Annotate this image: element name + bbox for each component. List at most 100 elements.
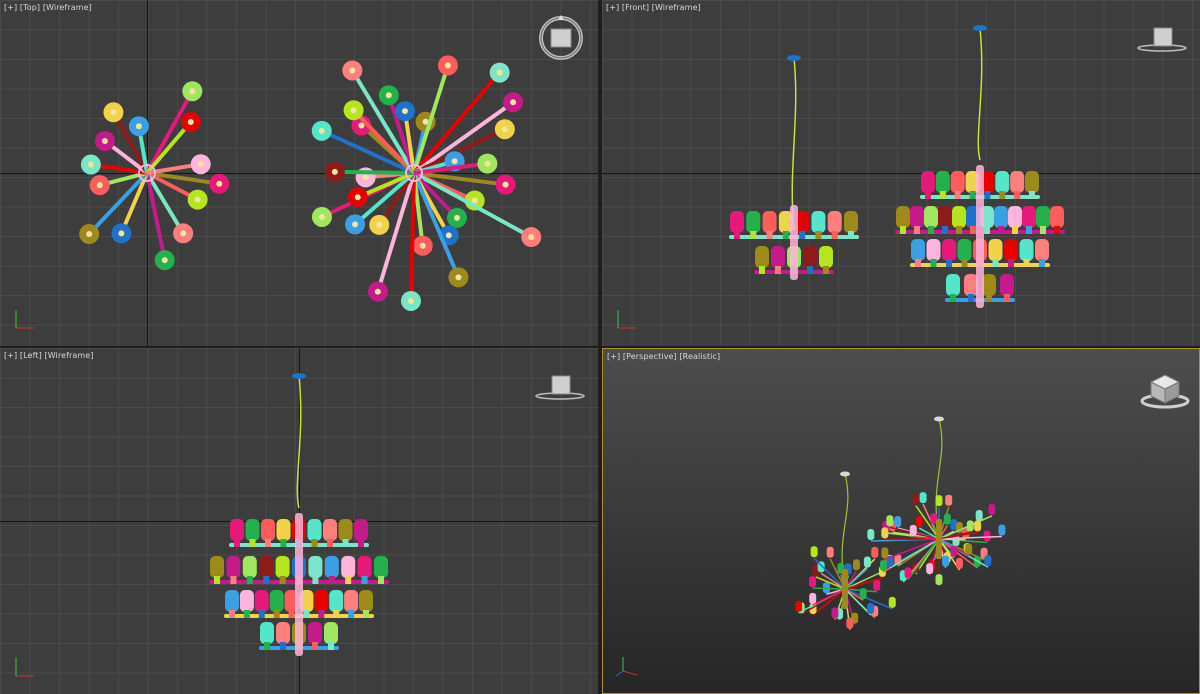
lamp-socket [333, 610, 340, 618]
lamp-bottle [324, 556, 339, 578]
center-column [842, 569, 848, 609]
lamp-bottle [344, 590, 359, 612]
lamp-socket [799, 231, 806, 239]
view-name-button[interactable]: [Top] [20, 3, 40, 12]
lamp-socket [914, 226, 920, 234]
shading-mode-button[interactable]: [Wireframe] [652, 3, 701, 12]
suspension-cable [791, 57, 797, 231]
viewport-perspective[interactable]: [+] [Perspective] [Realistic] [602, 348, 1200, 694]
lamp-bottle [911, 239, 925, 261]
lamp-socket [969, 191, 976, 199]
lamp-bottle [1035, 239, 1049, 261]
lamp-socket [992, 259, 999, 267]
shading-mode-button[interactable]: [Wireframe] [44, 351, 93, 360]
lamp-socket [968, 294, 974, 302]
lamp-bottle [809, 592, 817, 604]
lamp-socket [303, 610, 310, 618]
lamp-bulb-top [385, 92, 392, 99]
compass-ring-icon[interactable] [537, 14, 585, 62]
lamp-bottle [974, 520, 982, 532]
lamp-bottle [276, 622, 290, 644]
lamp-bottle [261, 519, 275, 541]
viewport-menu-button[interactable]: [+] [606, 3, 619, 12]
viewport-left[interactable]: [+] [Left] [Wireframe] [0, 348, 598, 694]
viewcube-icon [550, 28, 572, 48]
lamp-bottle [314, 590, 329, 612]
lamp-bottle [831, 607, 839, 619]
viewcube-icon[interactable] [534, 372, 586, 402]
lamp-socket [249, 539, 256, 547]
lamp-bulb-top [484, 160, 491, 167]
lamp-socket [312, 642, 318, 650]
lamp-bulb-top [354, 194, 361, 201]
lamp-socket [970, 226, 976, 234]
view-name-button[interactable]: [Left] [20, 351, 42, 360]
left-wireframe-scene[interactable] [0, 348, 598, 694]
lamp-bulb-top [216, 180, 223, 187]
viewport-label: [+] [Front] [Wireframe] [606, 3, 701, 12]
lamp-socket [288, 610, 295, 618]
lamp-socket [807, 266, 813, 274]
lamp-bulb-top [110, 109, 117, 116]
viewcube-icon[interactable] [1136, 24, 1188, 54]
lamp-bottle [859, 588, 867, 600]
lamp-bottle [881, 547, 889, 559]
viewport-menu-button[interactable]: [+] [4, 351, 17, 360]
lamp-socket [928, 226, 934, 234]
xyz-axis-gizmo-icon [15, 658, 34, 677]
chandelier-arm [408, 172, 416, 302]
center-column [936, 519, 942, 559]
lamp-bottle [1008, 206, 1022, 228]
lamp-bulb-top [96, 182, 103, 189]
lamp-bottle [915, 516, 923, 528]
perspective-realistic-scene[interactable] [603, 349, 1199, 693]
lamp-socket [263, 576, 270, 584]
lamp-socket [1004, 294, 1010, 302]
front-wireframe-scene[interactable] [602, 0, 1200, 346]
lamp-socket [954, 191, 961, 199]
lamp-bulb-top [101, 137, 108, 144]
shading-mode-button[interactable]: [Wireframe] [43, 3, 92, 12]
lamp-bottle [942, 555, 950, 567]
view-name-button[interactable]: [Front] [622, 3, 649, 12]
lamp-socket [925, 191, 931, 199]
lamp-bottle [308, 556, 323, 578]
lamp-socket [1014, 191, 1021, 199]
lamp-socket [279, 576, 286, 584]
lamp-bottle [894, 516, 902, 528]
xyz-axis-gizmo-icon [617, 310, 636, 329]
center-column [976, 165, 984, 308]
lamp-socket [273, 610, 280, 618]
viewport-menu-button[interactable]: [+] [607, 352, 620, 361]
lamp-bottle [942, 239, 956, 261]
lamp-socket [327, 539, 333, 547]
lamp-socket [775, 266, 781, 274]
lamp-bottle [338, 519, 353, 541]
lamp-socket [950, 294, 956, 302]
lamp-bottle [846, 617, 854, 629]
viewcube-icon[interactable] [1139, 371, 1191, 411]
lamp-bottle [935, 495, 943, 507]
view-name-button[interactable]: [Perspective] [623, 352, 677, 361]
lamp-socket [1008, 259, 1014, 267]
lamp-bottle [938, 206, 952, 228]
lamp-bottle [1010, 171, 1025, 193]
lamp-socket [961, 259, 968, 267]
lamp-bulb-top [135, 123, 142, 130]
viewport-front[interactable]: [+] [Front] [Wireframe] [602, 0, 1200, 346]
lamp-bulb-top [161, 257, 168, 264]
lamp-bulb-top [407, 297, 414, 304]
lamp-bottle [730, 211, 744, 233]
lamp-socket [328, 642, 334, 650]
viewport-top[interactable]: [+] [Top] [Wireframe] [0, 0, 598, 346]
top-wireframe-scene[interactable] [0, 0, 598, 346]
lamp-bottle [998, 524, 1006, 536]
lamp-bottle [826, 546, 834, 558]
lamp-socket [361, 576, 368, 584]
lamp-bottle [935, 171, 950, 193]
shading-mode-button[interactable]: [Realistic] [679, 352, 720, 361]
lamp-socket [345, 576, 352, 584]
viewport-menu-button[interactable]: [+] [4, 3, 17, 12]
lamp-bottle [242, 556, 257, 578]
lamp-bottle [983, 530, 991, 542]
